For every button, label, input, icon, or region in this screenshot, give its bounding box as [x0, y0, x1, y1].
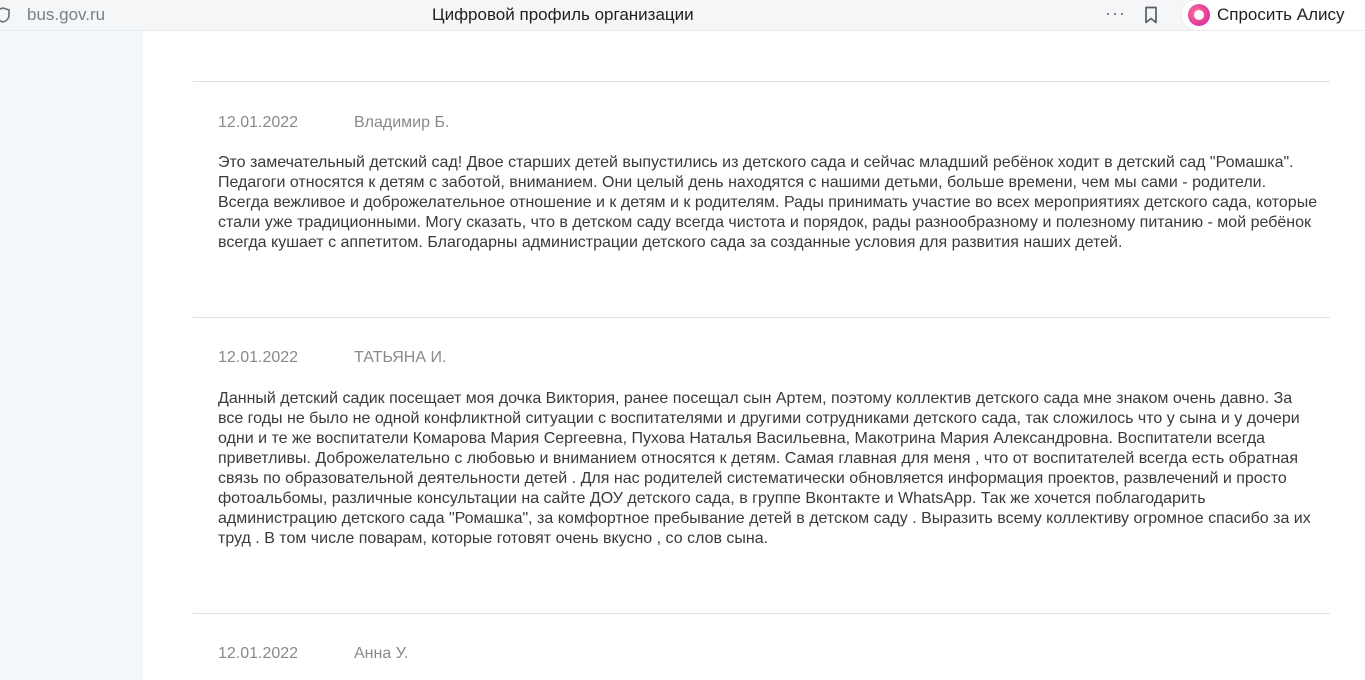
left-sidebar — [0, 31, 143, 680]
review-text: Это замечательный детский сад! Двое стар… — [218, 154, 1318, 251]
review-text: Данный детский садик посещает моя дочка … — [218, 390, 1311, 547]
address-bar[interactable]: bus.gov.ru — [27, 5, 105, 25]
bookmark-icon[interactable] — [1143, 6, 1159, 24]
review-divider — [193, 81, 1330, 82]
review-author: ТАТЬЯНА И. — [354, 349, 447, 366]
review-divider — [193, 613, 1330, 614]
browser-toolbar: bus.gov.ru Цифровой профиль организации … — [0, 0, 1365, 31]
review-date: 12.01.2022 — [218, 645, 299, 662]
review-author: Владимир Б. — [354, 114, 450, 131]
reviews-list: 12.01.2022 Владимир Б. Это замечательный… — [143, 31, 1365, 680]
review-author: Анна У. — [354, 645, 409, 662]
ask-alice-button[interactable]: Спросить Алису — [1182, 0, 1365, 30]
review-date: 12.01.2022 — [218, 349, 299, 366]
alice-icon — [1188, 4, 1210, 26]
shield-icon[interactable] — [0, 7, 10, 23]
review-divider — [193, 317, 1330, 318]
more-menu-icon[interactable]: ··· — [1105, 3, 1126, 24]
page-title: Цифровой профиль организации — [432, 5, 694, 24]
ask-alice-label: Спросить Алису — [1217, 5, 1345, 24]
review-date: 12.01.2022 — [218, 114, 299, 131]
